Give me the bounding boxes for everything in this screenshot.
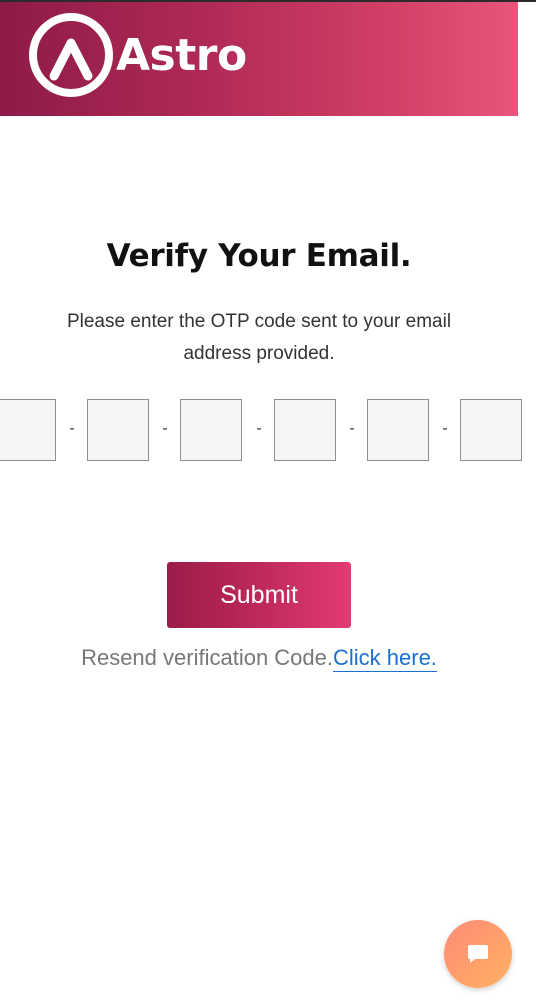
resend-text: Resend verification Code. <box>81 645 333 670</box>
otp-separator: - <box>256 420 262 437</box>
resend-row: Resend verification Code.Click here. <box>0 643 518 673</box>
resend-link[interactable]: Click here. <box>333 645 437 672</box>
otp-input-3[interactable] <box>180 399 242 461</box>
otp-input-1[interactable] <box>0 399 56 461</box>
chat-launcher-button[interactable] <box>444 920 512 988</box>
page-title: Verify Your Email. <box>106 238 412 274</box>
astro-logo-icon <box>29 13 113 97</box>
brand-name[interactable]: Astro <box>116 28 247 84</box>
otp-separator: - <box>162 420 168 437</box>
otp-input-4[interactable] <box>274 399 336 461</box>
submit-button[interactable]: Submit <box>167 562 351 628</box>
otp-separator: - <box>69 420 75 437</box>
otp-input-6[interactable] <box>460 399 522 461</box>
otp-separator: - <box>349 420 355 437</box>
instruction-text: Please enter the OTP code sent to your e… <box>66 311 452 364</box>
otp-separator: - <box>442 420 448 437</box>
chat-bubble-icon <box>468 945 488 963</box>
otp-input-2[interactable] <box>87 399 149 461</box>
otp-input-5[interactable] <box>367 399 429 461</box>
header-banner: Astro <box>0 2 518 116</box>
